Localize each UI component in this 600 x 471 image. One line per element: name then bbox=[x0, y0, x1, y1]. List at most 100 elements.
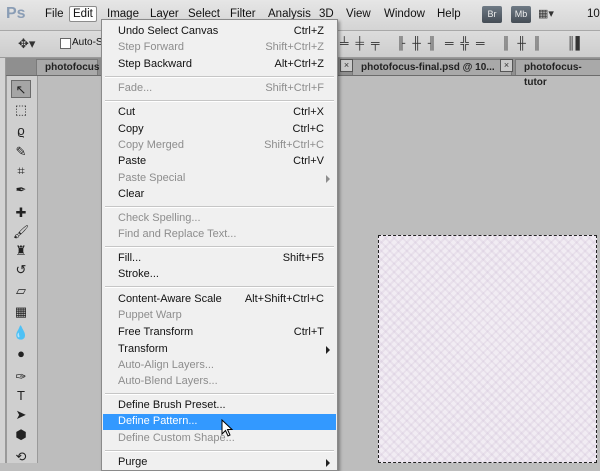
auto-select-checkbox[interactable] bbox=[60, 38, 71, 49]
menu-item-label: Paste Special bbox=[118, 172, 186, 184]
history-brush-tool-icon[interactable]: ↺ bbox=[11, 261, 31, 279]
menu-item-shortcut: Ctrl+C bbox=[292, 123, 324, 135]
menu-item-label: Transform bbox=[118, 343, 168, 355]
shape-tool-icon[interactable]: ⬢ bbox=[11, 426, 31, 444]
close-tab-icon[interactable]: × bbox=[340, 59, 353, 72]
tab-label: photofocus-final.psd @ 10... bbox=[361, 62, 495, 73]
close-tab-icon[interactable]: × bbox=[500, 59, 513, 72]
menu-item-label: Define Brush Preset... bbox=[118, 399, 226, 411]
move-tool-icon[interactable]: ↖ bbox=[11, 80, 31, 98]
menu-help[interactable]: Help bbox=[437, 8, 461, 20]
menu-item-define-pattern[interactable]: Define Pattern... bbox=[103, 414, 336, 430]
tab-photofocus-tutorial[interactable]: photofocus-tutor bbox=[515, 59, 600, 88]
3d-rotate-tool-icon[interactable]: ⟲ bbox=[11, 448, 31, 466]
menu-item-label: Auto-Align Layers... bbox=[118, 359, 214, 371]
menu-item-define-custom-shape[interactable]: Define Custom Shape... bbox=[103, 431, 336, 447]
menu-item-label: Purge bbox=[118, 456, 148, 468]
menu-item-label: Content-Aware Scale bbox=[118, 293, 222, 305]
menu-item-step-backward[interactable]: Step Backward Alt+Ctrl+Z bbox=[103, 57, 336, 73]
menu-separator bbox=[105, 206, 334, 208]
menu-item-fill[interactable]: Fill... Shift+F5 bbox=[103, 251, 336, 267]
menu-file[interactable]: File bbox=[45, 8, 64, 20]
edit-menu-dropdown: Undo Select Canvas Ctrl+Z Step Forward Shi… bbox=[101, 19, 338, 471]
menu-item-find-replace-text[interactable]: Find and Replace Text... bbox=[103, 227, 336, 243]
eraser-tool-icon[interactable]: ▱ bbox=[11, 282, 31, 300]
align-icons[interactable]: ╧╪╤ ╟╫╢ bbox=[340, 36, 443, 52]
marquee-tool-icon[interactable]: ⬚ bbox=[11, 101, 31, 119]
menu-separator bbox=[105, 76, 334, 78]
zoom-level[interactable]: 10 bbox=[587, 8, 600, 20]
photoshop-logo: Ps bbox=[6, 5, 26, 22]
menu-separator bbox=[105, 450, 334, 452]
menu-item-cut[interactable]: Cut Ctrl+X bbox=[103, 105, 336, 121]
menu-item-puppet-warp[interactable]: Puppet Warp bbox=[103, 308, 336, 324]
auto-align-icon[interactable]: ║▌ bbox=[567, 36, 584, 52]
crop-tool-icon[interactable]: ⌗ bbox=[11, 162, 31, 180]
menu-item-stroke[interactable]: Stroke... bbox=[103, 267, 336, 283]
healing-brush-tool-icon[interactable]: ✚ bbox=[11, 204, 31, 222]
lasso-tool-icon[interactable]: ϱ bbox=[11, 122, 31, 140]
menu-item-label: Cut bbox=[118, 106, 136, 118]
menu-item-undo-select-canvas[interactable]: Undo Select Canvas Ctrl+Z bbox=[103, 24, 336, 40]
menu-item-label: Fill... bbox=[118, 252, 142, 264]
move-tool-preset-icon[interactable]: ✥▾ bbox=[18, 36, 35, 52]
bridge-button[interactable]: Br bbox=[482, 6, 502, 23]
menu-edit[interactable]: Edit bbox=[69, 6, 97, 22]
clone-stamp-tool-icon[interactable]: ♜ bbox=[11, 242, 31, 260]
menu-item-transform[interactable]: Transform bbox=[103, 342, 336, 358]
tab-label: photofocus-tutor bbox=[524, 62, 582, 88]
submenu-arrow-icon bbox=[326, 175, 330, 183]
menu-item-shortcut: Ctrl+Z bbox=[293, 25, 324, 37]
mouse-pointer-icon bbox=[221, 419, 234, 437]
menu-item-label: Step Backward bbox=[118, 58, 192, 70]
canvas-selection[interactable] bbox=[378, 235, 597, 463]
path-selection-tool-icon[interactable]: ➤ bbox=[11, 406, 31, 424]
blur-tool-icon[interactable]: 💧 bbox=[11, 324, 31, 342]
menu-item-copy-merged[interactable]: Copy Merged Shift+Ctrl+C bbox=[103, 138, 336, 154]
menu-item-label: Find and Replace Text... bbox=[118, 228, 237, 240]
menu-item-label: Copy Merged bbox=[118, 139, 185, 151]
brush-tool-icon[interactable]: 🖌 bbox=[11, 223, 31, 241]
pen-tool-icon[interactable]: ✑ bbox=[11, 368, 31, 386]
menu-item-free-transform[interactable]: Free Transform Ctrl+T bbox=[103, 325, 336, 341]
menu-item-paste[interactable]: Paste Ctrl+V bbox=[103, 154, 336, 170]
menu-item-label: Undo Select Canvas bbox=[118, 25, 219, 37]
menu-item-label: Free Transform bbox=[118, 326, 194, 338]
menu-item-auto-align-layers[interactable]: Auto-Align Layers... bbox=[103, 358, 336, 374]
distribute-icons[interactable]: ═╬═ ║╫║ bbox=[445, 36, 548, 52]
menu-item-label: Puppet Warp bbox=[118, 309, 182, 321]
submenu-arrow-icon bbox=[326, 459, 330, 467]
menu-item-step-forward[interactable]: Step Forward Shift+Ctrl+Z bbox=[103, 40, 336, 56]
dodge-tool-icon[interactable]: ● bbox=[11, 345, 31, 363]
menu-item-label: Copy bbox=[118, 123, 144, 135]
menu-item-label: Check Spelling... bbox=[118, 212, 201, 224]
menu-item-label: Stroke... bbox=[118, 268, 159, 280]
menu-item-shortcut: Ctrl+T bbox=[293, 326, 324, 338]
quick-selection-tool-icon[interactable]: ✎ bbox=[11, 143, 31, 161]
menu-window[interactable]: Window bbox=[384, 8, 425, 20]
type-tool-icon[interactable]: T bbox=[11, 387, 31, 405]
tab-photofocus-final[interactable]: photofocus-final.psd @ 10... bbox=[352, 59, 512, 75]
tab-label: photofocus bbox=[45, 62, 100, 73]
menu-item-label: Fade... bbox=[118, 82, 153, 94]
menu-item-clear[interactable]: Clear bbox=[103, 187, 336, 203]
menu-item-copy[interactable]: Copy Ctrl+C bbox=[103, 122, 336, 138]
menu-item-label: Clear bbox=[118, 188, 145, 200]
eyedropper-tool-icon[interactable]: ✒ bbox=[11, 181, 31, 199]
tab-photofocus[interactable]: photofocus bbox=[36, 59, 100, 75]
menu-item-shortcut: Ctrl+X bbox=[293, 106, 324, 118]
submenu-arrow-icon bbox=[326, 346, 330, 354]
menu-item-fade[interactable]: Fade... Shift+Ctrl+F bbox=[103, 81, 336, 97]
menu-item-paste-special[interactable]: Paste Special bbox=[103, 171, 336, 187]
menu-item-content-aware-scale[interactable]: Content-Aware Scale Alt+Shift+Ctrl+C bbox=[103, 292, 336, 308]
menu-item-define-brush-preset[interactable]: Define Brush Preset... bbox=[103, 398, 336, 414]
gradient-tool-icon[interactable]: ▦ bbox=[11, 303, 31, 321]
menu-item-shortcut: Ctrl+V bbox=[293, 155, 324, 167]
menu-item-label: Paste bbox=[118, 155, 147, 167]
menu-item-check-spelling[interactable]: Check Spelling... bbox=[103, 211, 336, 227]
menu-item-auto-blend-layers[interactable]: Auto-Blend Layers... bbox=[103, 374, 336, 390]
menu-item-purge[interactable]: Purge bbox=[103, 455, 336, 471]
menu-view[interactable]: View bbox=[346, 8, 371, 20]
mini-bridge-button[interactable]: Mb bbox=[511, 6, 531, 23]
view-extras-icon[interactable]: ▦▾ bbox=[538, 7, 554, 23]
